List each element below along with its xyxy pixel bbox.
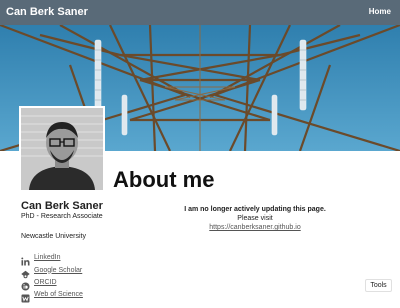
nav-home-link[interactable]: Home: [369, 7, 391, 17]
google-scholar-icon: [21, 266, 30, 278]
author-link-label[interactable]: ORCID: [34, 278, 57, 287]
author-link-linkedin[interactable]: LinkedIn: [21, 252, 60, 265]
notice-link[interactable]: https://canberksaner.github.io: [160, 223, 350, 232]
author-link-google-scholar[interactable]: Google Scholar: [21, 265, 82, 278]
author-avatar: [19, 106, 105, 192]
linkedin-icon: [21, 253, 30, 265]
author-link-web-of-science[interactable]: Web of Science: [21, 289, 83, 302]
author-bio: PhD - Research Associate: [21, 213, 103, 220]
top-navbar: Can Berk Saner Home: [0, 0, 400, 25]
author-link-label[interactable]: Web of Science: [34, 290, 83, 299]
notice-text: Please visit: [237, 215, 273, 222]
site-title[interactable]: Can Berk Saner: [6, 6, 88, 19]
web-of-science-icon: [21, 290, 30, 302]
author-link-orcid[interactable]: ORCID: [21, 277, 57, 290]
page-title: About me: [113, 167, 215, 192]
tools-button[interactable]: Tools: [365, 279, 392, 292]
notice-heading: I am no longer actively updating this pa…: [184, 206, 326, 213]
author-location: Newcastle University: [21, 233, 86, 240]
author-link-label[interactable]: Google Scholar: [34, 266, 82, 275]
author-link-label[interactable]: LinkedIn: [34, 253, 60, 262]
orcid-icon: [21, 278, 30, 290]
